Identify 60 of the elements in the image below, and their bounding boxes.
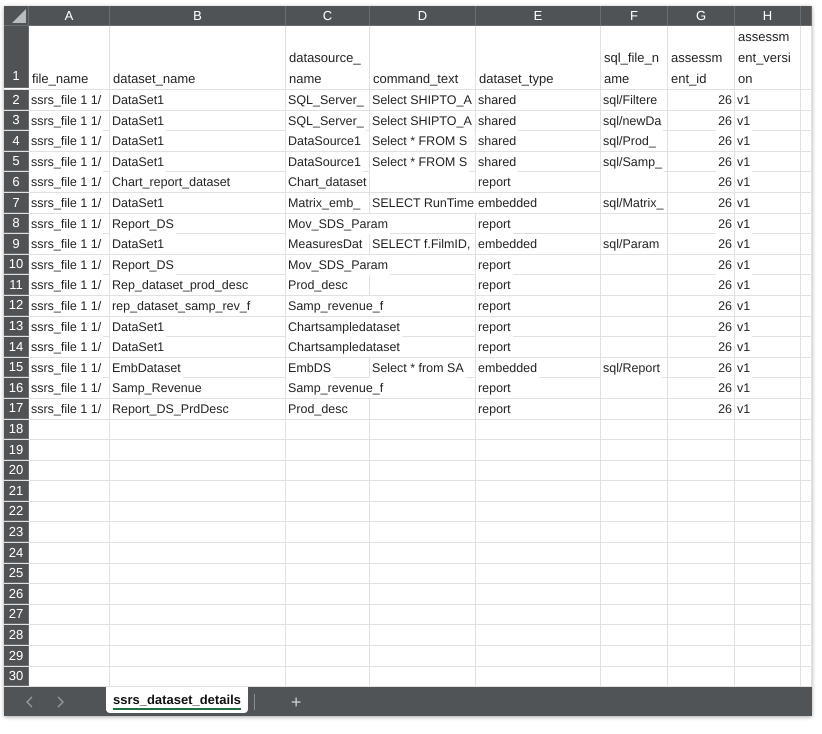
table-cell-text: dataset_name [112, 70, 196, 88]
column-header[interactable]: G [668, 6, 735, 26]
row-header[interactable]: 29 [4, 646, 29, 666]
row-header[interactable]: 17 [4, 398, 29, 418]
row-header[interactable]: 12 [4, 296, 29, 316]
row-header[interactable]: 22 [4, 502, 29, 522]
row-header[interactable]: 14 [4, 337, 29, 357]
table-cell: Samp_revenue_f [286, 378, 386, 398]
row-header[interactable]: 18 [4, 420, 29, 440]
select-all-button[interactable] [4, 6, 29, 26]
row-header[interactable]: 15 [4, 358, 29, 378]
table-cell: SELECT RunTime [370, 192, 476, 213]
row-header[interactable]: 30 [4, 666, 29, 686]
row-header[interactable]: 25 [4, 564, 29, 584]
table-cell-text: file_name [31, 70, 90, 88]
table-cell: Chartsampledataset [286, 337, 402, 358]
column-header[interactable] [801, 6, 812, 26]
table-cell: Samp_revenue_f [286, 296, 386, 316]
triangle-icon [12, 9, 26, 23]
table-cell: Chartsampledataset [286, 316, 402, 337]
next-sheet-icon[interactable] [56, 696, 64, 708]
add-sheet-button[interactable]: + [290, 692, 302, 711]
row-header[interactable]: 2 [4, 90, 29, 110]
table-cell: Mov_SDS_Param [286, 214, 390, 234]
row-header[interactable]: 1 [4, 26, 29, 88]
table-cell-text: sql_file_n ame [603, 49, 660, 88]
row-header[interactable]: 10 [4, 254, 29, 274]
row-header[interactable]: 20 [4, 460, 29, 480]
row-header[interactable]: 19 [4, 440, 29, 460]
table-cell-text: assessm ent_id [670, 49, 724, 88]
row-header[interactable]: 27 [4, 604, 29, 624]
column-header[interactable]: H [735, 6, 801, 26]
row-header[interactable]: 26 [4, 584, 29, 604]
row-header[interactable]: 5 [4, 152, 29, 172]
table-cell-text: dataset_type [478, 70, 554, 88]
column-header[interactable]: E [476, 6, 601, 26]
row-header[interactable]: 8 [4, 214, 29, 234]
column-header[interactable]: D [370, 6, 476, 26]
column-header[interactable]: A [29, 6, 110, 26]
row-header[interactable]: 3 [4, 110, 29, 130]
column-header[interactable]: C [286, 6, 370, 26]
table-cell-text: assessm ent_versi on [737, 28, 792, 88]
table-cell-text: command_text [372, 70, 460, 88]
row-header[interactable]: 24 [4, 543, 29, 563]
row-header[interactable]: 16 [4, 378, 29, 398]
row-header[interactable]: 21 [4, 481, 29, 501]
row-header[interactable]: 11 [4, 275, 29, 295]
row-header[interactable]: 13 [4, 316, 29, 336]
row-header[interactable]: 28 [4, 625, 29, 646]
row-header[interactable]: 7 [4, 192, 29, 213]
column-header[interactable]: B [110, 6, 286, 26]
sheet-tab[interactable]: ssrs_dataset_details [106, 687, 248, 714]
row-header[interactable]: 4 [4, 131, 29, 151]
row-header[interactable]: 23 [4, 522, 29, 542]
table-cell: Mov_SDS_Param [286, 254, 390, 275]
table-cell-text: datasource_ name [288, 49, 362, 88]
previous-sheet-icon[interactable] [26, 696, 34, 708]
column-header[interactable]: F [601, 6, 668, 26]
row-header[interactable]: 9 [4, 234, 29, 254]
row-header[interactable]: 6 [4, 172, 29, 192]
